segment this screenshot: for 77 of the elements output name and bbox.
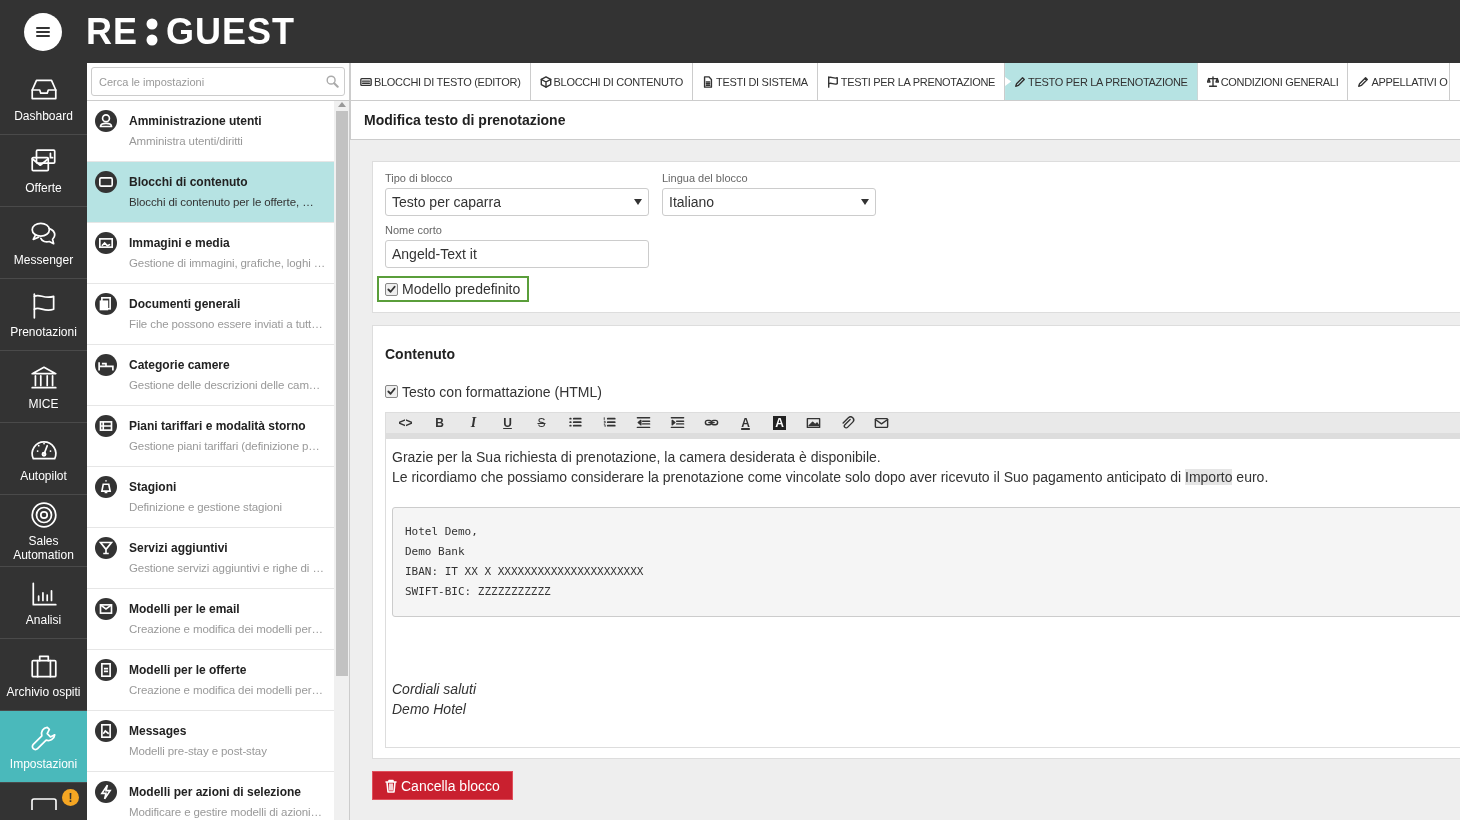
keyboard-icon [360,75,372,88]
paragraph: Le ricordiamo che possiamo considerare la prenotazione come vincolate solo dopo aver ricevuto il Suo pagamento anticipato di Importo euro. [392,468,1270,487]
default-template-checkbox[interactable]: Modello predefinito [377,276,530,302]
scrollbar-thumb[interactable] [335,111,348,676]
menu-button[interactable] [24,12,62,51]
settings-item[interactable]: Piani tariffari e modalità storno Gestione piani tariffari (definizione p… [87,406,334,467]
block-type-dropdown[interactable]: Testo per caparra [385,188,649,216]
cube-icon [539,75,552,88]
settings-item[interactable]: Documenti generali File che possono essere inviati a tutt… [87,284,334,345]
settings-item-icon [95,415,117,437]
logo-text: GUEST [166,10,296,53]
settings-item-icon [95,720,117,742]
settings-item[interactable]: Modelli per le email Creazione e modifica dei modelli per… [87,589,334,650]
numbered-list-icon [602,416,617,430]
checkbox[interactable] [385,385,398,398]
bold-button[interactable]: B [430,414,449,432]
alert-badge: ! [62,789,79,806]
dropdown-caret-icon [634,199,642,205]
settings-item-icon [95,476,117,498]
closing-text: Demo Hotel [392,700,467,719]
settings-item-icon [95,781,117,803]
indent-icon [670,416,685,430]
settings-item[interactable]: Modelli per le offerte Creazione e modifica dei modelli per… [87,650,334,711]
delete-button[interactable]: Cancella blocco [372,771,513,800]
flag-icon [826,75,839,88]
settings-item-icon [95,293,117,315]
italic-button[interactable]: I [464,414,483,432]
dropdown-caret-icon [861,199,869,205]
underline-button[interactable]: U [498,414,517,432]
settings-item[interactable]: Blocchi di contenuto Blocchi di contenuto per le offerte, … [87,162,334,223]
monitor-icon [28,796,59,810]
tab[interactable]: TESTO PER LA PRENOTAZIONE [1005,63,1198,100]
settings-item-icon [95,171,117,193]
field-label: Tipo di blocco [385,172,454,184]
paragraph: Grazie per la Sua richiesta di prenotazione, la camera desiderata è disponibile. [392,448,882,467]
bullet-list-icon [568,416,583,430]
scales-icon [1206,75,1219,88]
language-dropdown[interactable]: Italiano [662,188,876,216]
settings-item[interactable]: Messages Modelli pre-stay e post-stay [87,711,334,772]
settings-item-icon [95,354,117,376]
logo-text: RE [86,10,138,53]
code-block: Hotel Demo, Demo Bank IBAN: IT XX X XXXXXXXXXXXXXXXXXXXXXX SWIFT-BIC: ZZZZZZZZZZZ [392,507,1460,617]
field-label: Nome corto [385,224,443,236]
settings-item-icon [95,537,117,559]
paperclip-icon [840,416,855,430]
settings-item[interactable]: Categorie camere Gestione delle descrizioni delle cam… [87,345,334,406]
field-label: Lingua del blocco [662,172,749,184]
search-icon [325,74,339,88]
strikethrough-button[interactable]: S [532,414,551,432]
text-color-button[interactable]: A [736,414,755,432]
pencil-icon [1357,75,1370,88]
settings-item-icon [95,598,117,620]
short-name-field[interactable]: Angeld-Text it [385,240,649,268]
target-icon [28,499,59,530]
checkbox[interactable] [385,282,398,296]
settings-item[interactable]: Immagini e media Gestione di immagini, grafiche, loghi … [87,223,334,284]
check-icon [387,284,396,294]
code-button[interactable]: <> [396,414,415,432]
highlight-button[interactable]: A [770,414,789,432]
section-title: Contenuto [385,346,456,362]
outdent-icon [636,416,651,430]
image-icon [806,416,821,430]
page-title: Modifica testo di prenotazione [364,112,566,128]
closing-text: Cordiali saluti [392,680,478,699]
trash-icon [385,778,397,793]
settings-item-icon [95,110,117,132]
settings-item-icon [95,659,117,681]
envelope-icon [874,416,889,430]
settings-item[interactable]: Servizi aggiuntivi Gestione servizi aggiuntivi e righe di … [87,528,334,589]
html-format-checkbox[interactable]: Testo con formattazione (HTML) [385,383,602,400]
settings-item[interactable]: Stagioni Definizione e gestione stagioni [87,467,334,528]
document-icon [702,75,714,88]
check-icon [387,387,396,396]
settings-item-icon [95,232,117,254]
search-field[interactable]: Cerca le impostazioni [91,67,345,96]
pencil-icon [1014,75,1027,88]
logo-dots-icon [146,17,158,46]
